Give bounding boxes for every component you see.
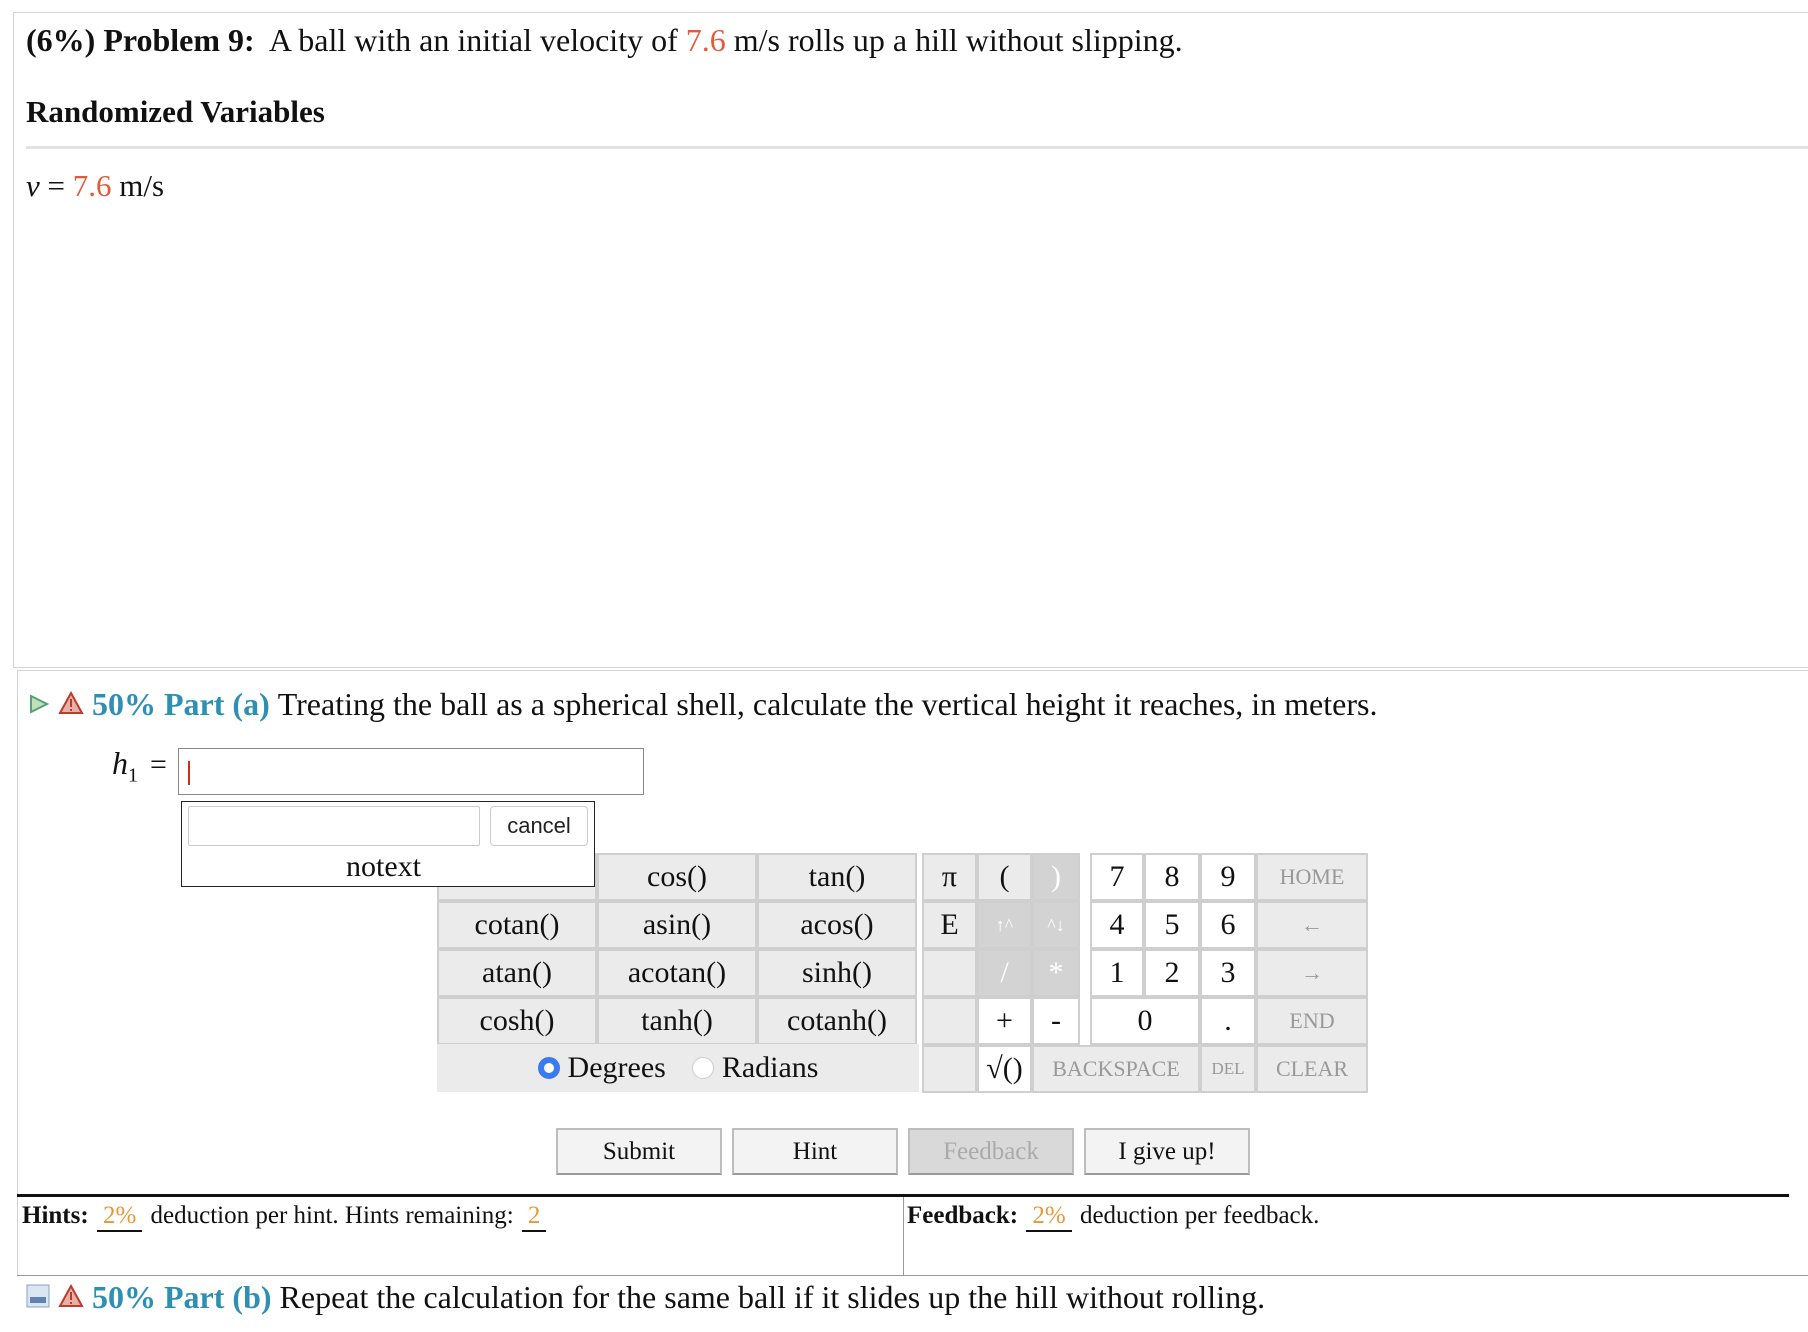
key-6[interactable]: 6 [1200,901,1256,949]
key-9[interactable]: 9 [1200,853,1256,901]
hints-label: Hints: [22,1202,89,1229]
divider [26,146,1808,149]
part-a-header: 50% Part (a) Treating the ball as a sphe… [28,686,1377,723]
part-a-percent: 50% [92,686,156,722]
answer-equals: = [150,748,167,781]
key-0[interactable]: 0 [1090,997,1200,1045]
cosh-button[interactable]: cosh() [437,997,597,1045]
atan-button[interactable]: atan() [437,949,597,997]
angle-mode-row: Degrees Radians [437,1044,919,1092]
popup-input[interactable] [188,806,480,846]
part-b-label: Part (b) [164,1279,272,1315]
problem-weight: (6%) [26,22,96,58]
decimal-key[interactable]: . [1200,997,1256,1045]
autocomplete-popup: cancel notext [181,801,595,887]
variable-line: v = 7.6 m/s [26,168,164,204]
problem-title: (6%) Problem 9: A ball with an initial v… [26,22,1183,59]
feedback-label: Feedback: [907,1202,1019,1229]
cancel-button[interactable]: cancel [490,806,588,846]
feedback-deduction: 2% [1026,1202,1072,1232]
divide-key[interactable]: / [977,949,1032,997]
give-up-button[interactable]: I give up! [1084,1128,1250,1175]
popup-notext: notext [346,850,421,883]
degrees-label: Degrees [567,1051,666,1084]
feedback-button[interactable]: Feedback [908,1128,1074,1175]
e-key[interactable]: E [922,901,977,949]
part-b-header: 50% Part (b) Repeat the calculation for … [26,1279,1265,1316]
variable-unit: m/s [111,168,165,203]
key-1[interactable]: 1 [1090,949,1144,997]
del-key[interactable]: DEL [1200,1045,1256,1093]
cotan-button[interactable]: cotan() [437,901,597,949]
cotanh-button[interactable]: cotanh() [757,997,917,1045]
blank-key [922,1045,977,1093]
divider [17,1275,1808,1276]
key-4[interactable]: 4 [1090,901,1144,949]
divider [903,1197,904,1275]
clear-key[interactable]: CLEAR [1256,1045,1368,1093]
left-arrow-key[interactable]: ← [1256,901,1368,949]
key-5[interactable]: 5 [1144,901,1200,949]
acotan-button[interactable]: acotan() [597,949,757,997]
key-2[interactable]: 2 [1144,949,1200,997]
problem-text-after: m/s rolls up a hill without slipping. [733,22,1183,58]
hints-info: Hints: 2% deduction per hint. Hints rema… [22,1202,548,1232]
hints-remaining: 2 [521,1202,547,1232]
degrees-radio[interactable] [537,1057,560,1079]
answer-input[interactable] [178,748,644,795]
variable-name: v [26,168,40,203]
answer-variable-subscript: 1 [128,764,138,787]
right-arrow-key[interactable]: → [1256,949,1368,997]
asin-button[interactable]: asin() [597,901,757,949]
hint-deduction: 2% [96,1202,143,1232]
radians-label: Radians [721,1051,819,1084]
warning-icon [58,1279,84,1316]
collapsed-panel-icon[interactable] [26,1279,50,1316]
part-a-label: Part (a) [164,686,270,722]
home-key[interactable]: HOME [1256,853,1368,901]
key-7[interactable]: 7 [1090,853,1144,901]
problem-text-before: A ball with an initial velocity of [268,22,678,58]
plus-key[interactable]: + [977,997,1032,1045]
blank-key [922,949,977,997]
tan-button[interactable]: tan() [757,853,917,901]
key-3[interactable]: 3 [1200,949,1256,997]
answer-variable-label: h1 [112,745,138,787]
warning-icon [58,686,84,723]
submit-button[interactable]: Submit [556,1128,722,1175]
radians-radio[interactable] [691,1057,714,1079]
left-paren-key[interactable]: ( [977,853,1032,901]
down-caret-key[interactable]: ^↓ [1032,901,1080,949]
key-8[interactable]: 8 [1144,853,1200,901]
problem-velocity-value: 7.6 [685,22,726,58]
acos-button[interactable]: acos() [757,901,917,949]
blank-key [922,997,977,1045]
variable-eq: = [39,168,73,203]
variable-value: 7.6 [72,168,112,203]
part-b-text: Repeat the calculation for the same ball… [279,1279,1266,1315]
part-b-percent: 50% [92,1279,156,1315]
randomized-variables-heading: Randomized Variables [26,94,325,129]
feedback-info: Feedback: 2% deduction per feedback. [907,1202,1319,1232]
pi-key[interactable]: π [922,853,977,901]
sinh-button[interactable]: sinh() [757,949,917,997]
hint-button[interactable]: Hint [732,1128,898,1175]
problem-label: Problem 9: [103,22,255,58]
right-paren-key[interactable]: ) [1032,853,1080,901]
backspace-key[interactable]: BACKSPACE [1032,1045,1200,1093]
feedback-text: deduction per feedback. [1079,1202,1320,1229]
play-triangle-icon[interactable] [28,686,50,723]
tanh-button[interactable]: tanh() [597,997,757,1045]
cos-button[interactable]: cos() [597,853,757,901]
multiply-key[interactable]: * [1032,949,1080,997]
minus-key[interactable]: - [1032,997,1080,1045]
end-key[interactable]: END [1256,997,1368,1045]
answer-variable: h [112,745,128,781]
text-caret [188,761,190,785]
up-caret-key[interactable]: ↑^ [977,901,1032,949]
sqrt-key[interactable]: √() [977,1045,1032,1093]
part-a-text: Treating the ball as a spherical shell, … [277,686,1378,722]
hints-text: deduction per hint. Hints remaining: [150,1202,514,1229]
